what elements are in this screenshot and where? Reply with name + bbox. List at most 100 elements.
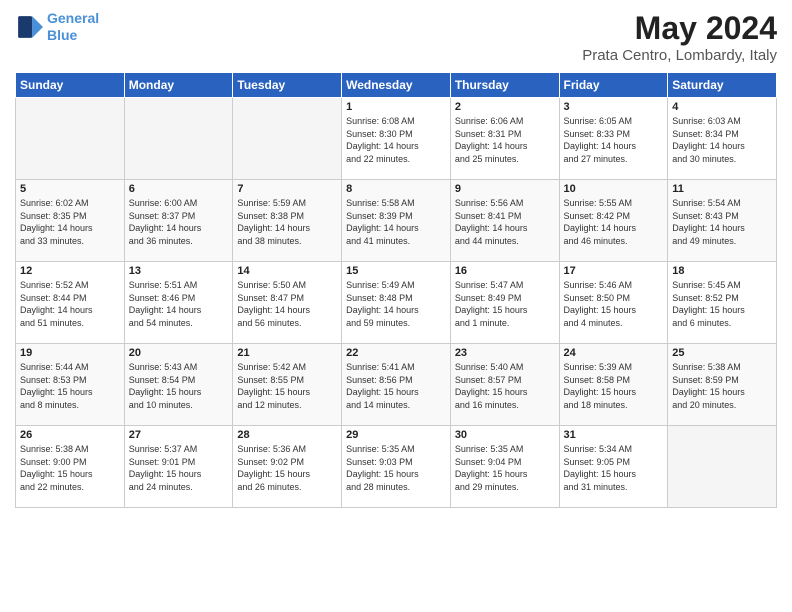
calendar-cell: 8 Sunrise: 5:58 AM Sunset: 8:39 PM Daylig… <box>342 180 451 262</box>
day-number: 23 <box>455 347 555 359</box>
calendar-cell: 26Sunrise: 5:38 AM Sunset: 9:00 PM Dayli… <box>16 426 125 508</box>
calendar-week-row: 1 Sunrise: 6:08 AM Sunset: 8:30 PM Daylig… <box>16 98 777 180</box>
day-info: Sunrise: 5:38 AM Sunset: 8:59 PM Dayligh… <box>672 361 772 411</box>
calendar-cell: 21 Sunrise: 5:42 AM Sunset: 8:55 PM Dayli… <box>233 344 342 426</box>
calendar-header-tuesday: Tuesday <box>233 73 342 98</box>
calendar-cell <box>233 98 342 180</box>
day-number: 10 <box>564 183 664 195</box>
calendar-cell: 29 Sunrise: 5:35 AM Sunset: 9:03 PM Dayli… <box>342 426 451 508</box>
day-number: 6 <box>129 183 229 195</box>
logo-text: General Blue <box>47 10 99 44</box>
day-number: 13 <box>129 265 229 277</box>
logo: General Blue <box>15 10 99 44</box>
day-info: Sunrise: 5:43 AM Sunset: 8:54 PM Dayligh… <box>129 361 229 411</box>
calendar-week-row: 19 Sunrise: 5:44 AM Sunset: 8:53 PM Dayli… <box>16 344 777 426</box>
day-number: 1 <box>346 101 446 113</box>
calendar-header-row: SundayMondayTuesdayWednesdayThursdayFrid… <box>16 73 777 98</box>
calendar-header-sunday: Sunday <box>16 73 125 98</box>
day-info: Sunrise: 5:51 AM Sunset: 8:46 PM Dayligh… <box>129 279 229 329</box>
day-number: 24 <box>564 347 664 359</box>
day-info: Sunrise: 5:40 AM Sunset: 8:57 PM Dayligh… <box>455 361 555 411</box>
calendar-cell: 14 Sunrise: 5:50 AM Sunset: 8:47 PM Dayli… <box>233 262 342 344</box>
day-info: Sunrise: 5:50 AM Sunset: 8:47 PM Dayligh… <box>237 279 337 329</box>
calendar-cell: 4 Sunrise: 6:03 AM Sunset: 8:34 PM Daylig… <box>668 98 777 180</box>
calendar-cell: 18 Sunrise: 5:45 AM Sunset: 8:52 PM Dayli… <box>668 262 777 344</box>
calendar-cell: 27 Sunrise: 5:37 AM Sunset: 9:01 PM Dayli… <box>124 426 233 508</box>
day-info: Sunrise: 5:41 AM Sunset: 8:56 PM Dayligh… <box>346 361 446 411</box>
calendar-cell: 6Sunrise: 6:00 AM Sunset: 8:37 PM Daylig… <box>124 180 233 262</box>
day-info: Sunrise: 6:03 AM Sunset: 8:34 PM Dayligh… <box>672 115 772 165</box>
calendar-cell: 10 Sunrise: 5:55 AM Sunset: 8:42 PM Dayli… <box>559 180 668 262</box>
day-number: 29 <box>346 429 446 441</box>
day-number: 9 <box>455 183 555 195</box>
calendar-cell: 22 Sunrise: 5:41 AM Sunset: 8:56 PM Dayli… <box>342 344 451 426</box>
location-subtitle: Prata Centro, Lombardy, Italy <box>582 47 777 64</box>
day-number: 3 <box>564 101 664 113</box>
calendar-cell: 20 Sunrise: 5:43 AM Sunset: 8:54 PM Dayli… <box>124 344 233 426</box>
day-info: Sunrise: 5:44 AM Sunset: 8:53 PM Dayligh… <box>20 361 120 411</box>
day-info: Sunrise: 5:59 AM Sunset: 8:38 PM Dayligh… <box>237 197 337 247</box>
calendar-cell: 2Sunrise: 6:06 AM Sunset: 8:31 PM Daylig… <box>450 98 559 180</box>
calendar-cell: 19 Sunrise: 5:44 AM Sunset: 8:53 PM Dayli… <box>16 344 125 426</box>
calendar-cell: 17Sunrise: 5:46 AM Sunset: 8:50 PM Dayli… <box>559 262 668 344</box>
calendar-cell <box>668 426 777 508</box>
day-info: Sunrise: 5:54 AM Sunset: 8:43 PM Dayligh… <box>672 197 772 247</box>
day-number: 7 <box>237 183 337 195</box>
day-info: Sunrise: 5:58 AM Sunset: 8:39 PM Dayligh… <box>346 197 446 247</box>
calendar-cell: 23 Sunrise: 5:40 AM Sunset: 8:57 PM Dayli… <box>450 344 559 426</box>
calendar-cell: 12 Sunrise: 5:52 AM Sunset: 8:44 PM Dayli… <box>16 262 125 344</box>
calendar-header-wednesday: Wednesday <box>342 73 451 98</box>
day-number: 12 <box>20 265 120 277</box>
calendar-header-saturday: Saturday <box>668 73 777 98</box>
day-info: Sunrise: 6:05 AM Sunset: 8:33 PM Dayligh… <box>564 115 664 165</box>
month-year-title: May 2024 <box>582 10 777 47</box>
day-number: 28 <box>237 429 337 441</box>
day-info: Sunrise: 5:37 AM Sunset: 9:01 PM Dayligh… <box>129 443 229 493</box>
day-number: 21 <box>237 347 337 359</box>
day-info: Sunrise: 5:49 AM Sunset: 8:48 PM Dayligh… <box>346 279 446 329</box>
day-info: Sunrise: 5:52 AM Sunset: 8:44 PM Dayligh… <box>20 279 120 329</box>
day-info: Sunrise: 5:56 AM Sunset: 8:41 PM Dayligh… <box>455 197 555 247</box>
day-number: 8 <box>346 183 446 195</box>
calendar-cell: 30 Sunrise: 5:35 AM Sunset: 9:04 PM Dayli… <box>450 426 559 508</box>
calendar-cell: 7 Sunrise: 5:59 AM Sunset: 8:38 PM Daylig… <box>233 180 342 262</box>
day-info: Sunrise: 5:42 AM Sunset: 8:55 PM Dayligh… <box>237 361 337 411</box>
day-number: 17 <box>564 265 664 277</box>
day-number: 27 <box>129 429 229 441</box>
calendar-cell: 1 Sunrise: 6:08 AM Sunset: 8:30 PM Daylig… <box>342 98 451 180</box>
day-number: 4 <box>672 101 772 113</box>
day-number: 16 <box>455 265 555 277</box>
day-info: Sunrise: 5:35 AM Sunset: 9:03 PM Dayligh… <box>346 443 446 493</box>
day-number: 20 <box>129 347 229 359</box>
calendar-cell: 28 Sunrise: 5:36 AM Sunset: 9:02 PM Dayli… <box>233 426 342 508</box>
calendar-table: SundayMondayTuesdayWednesdayThursdayFrid… <box>15 72 777 508</box>
calendar-week-row: 26Sunrise: 5:38 AM Sunset: 9:00 PM Dayli… <box>16 426 777 508</box>
calendar-cell: 9 Sunrise: 5:56 AM Sunset: 8:41 PM Daylig… <box>450 180 559 262</box>
calendar-cell: 5Sunrise: 6:02 AM Sunset: 8:35 PM Daylig… <box>16 180 125 262</box>
day-info: Sunrise: 5:39 AM Sunset: 8:58 PM Dayligh… <box>564 361 664 411</box>
day-info: Sunrise: 5:35 AM Sunset: 9:04 PM Dayligh… <box>455 443 555 493</box>
page-header: General Blue May 2024 Prata Centro, Lomb… <box>15 10 777 64</box>
calendar-cell: 31Sunrise: 5:34 AM Sunset: 9:05 PM Dayli… <box>559 426 668 508</box>
day-number: 14 <box>237 265 337 277</box>
day-info: Sunrise: 5:55 AM Sunset: 8:42 PM Dayligh… <box>564 197 664 247</box>
day-number: 18 <box>672 265 772 277</box>
day-number: 30 <box>455 429 555 441</box>
day-number: 11 <box>672 183 772 195</box>
day-info: Sunrise: 5:47 AM Sunset: 8:49 PM Dayligh… <box>455 279 555 329</box>
calendar-cell <box>124 98 233 180</box>
day-info: Sunrise: 5:36 AM Sunset: 9:02 PM Dayligh… <box>237 443 337 493</box>
day-number: 22 <box>346 347 446 359</box>
calendar-header-monday: Monday <box>124 73 233 98</box>
title-block: May 2024 Prata Centro, Lombardy, Italy <box>582 10 777 64</box>
day-info: Sunrise: 6:08 AM Sunset: 8:30 PM Dayligh… <box>346 115 446 165</box>
day-number: 2 <box>455 101 555 113</box>
calendar-cell: 24 Sunrise: 5:39 AM Sunset: 8:58 PM Dayli… <box>559 344 668 426</box>
calendar-cell: 25Sunrise: 5:38 AM Sunset: 8:59 PM Dayli… <box>668 344 777 426</box>
calendar-week-row: 12 Sunrise: 5:52 AM Sunset: 8:44 PM Dayli… <box>16 262 777 344</box>
calendar-cell: 11 Sunrise: 5:54 AM Sunset: 8:43 PM Dayli… <box>668 180 777 262</box>
calendar-header-friday: Friday <box>559 73 668 98</box>
day-info: Sunrise: 5:45 AM Sunset: 8:52 PM Dayligh… <box>672 279 772 329</box>
day-info: Sunrise: 6:02 AM Sunset: 8:35 PM Dayligh… <box>20 197 120 247</box>
day-number: 19 <box>20 347 120 359</box>
